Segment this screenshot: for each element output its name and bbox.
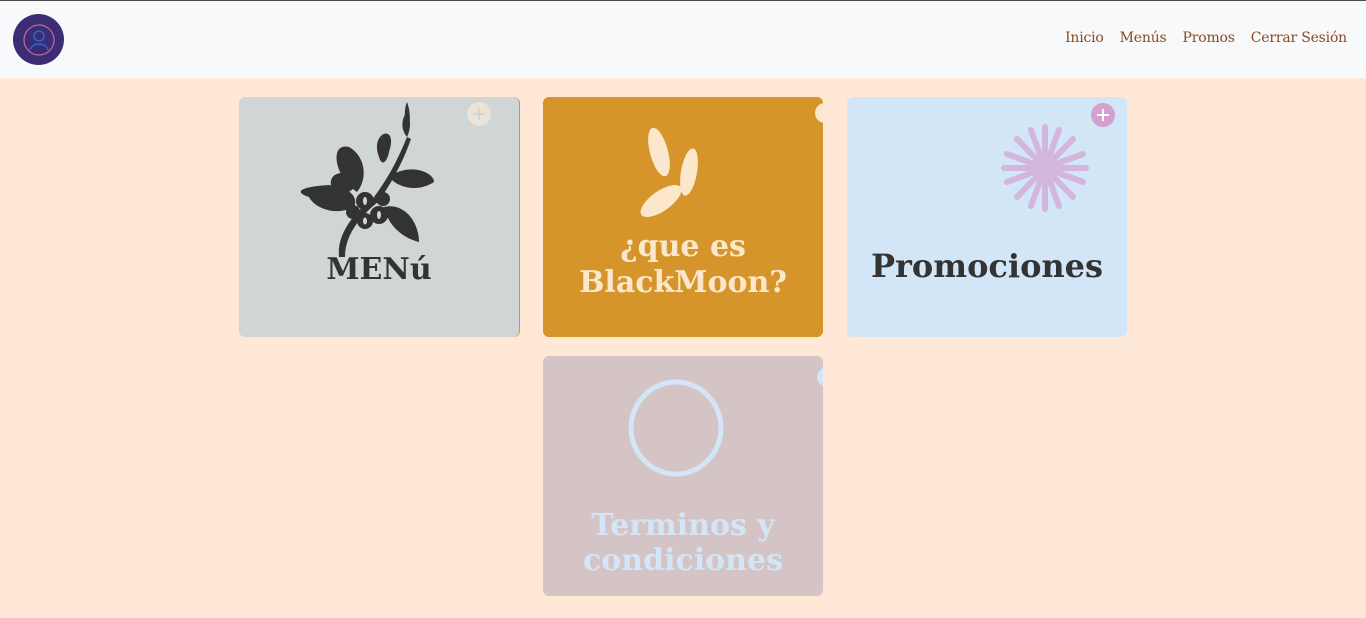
- nav-link-inicio[interactable]: Inicio: [1065, 30, 1104, 46]
- card-promociones[interactable]: Promociones: [847, 97, 1127, 337]
- plus-circle-icon[interactable]: [467, 102, 491, 126]
- card-menu[interactable]: MENú: [239, 97, 520, 337]
- card-terminos-title-line2: condiciones: [583, 543, 783, 578]
- card-terminos-title-line1: Terminos y: [591, 508, 775, 543]
- card-terminos[interactable]: Terminos y condiciones: [543, 356, 823, 596]
- nav-link-promos[interactable]: Promos: [1183, 30, 1235, 46]
- user-avatar[interactable]: [13, 14, 64, 65]
- leaf-petals-icon: [640, 127, 698, 218]
- nav-link-menus[interactable]: Menús: [1120, 30, 1167, 46]
- plus-circle-icon[interactable]: [1091, 103, 1115, 127]
- card-blackmoon-title-line1: ¿que es: [620, 229, 746, 264]
- card-promociones-title: Promociones: [870, 247, 1104, 285]
- navbar: Inicio Menús Promos Cerrar Sesión: [0, 1, 1366, 78]
- user-circle-icon: [22, 23, 55, 56]
- nav-links: Inicio Menús Promos Cerrar Sesión: [1065, 30, 1347, 46]
- starburst-icon: [1001, 124, 1089, 212]
- coffee-branch-icon: [300, 102, 434, 257]
- nav-link-cerrar-sesion[interactable]: Cerrar Sesión: [1251, 30, 1347, 46]
- card-blackmoon[interactable]: ¿que es BlackMoon?: [543, 97, 823, 337]
- card-blackmoon-title-line2: BlackMoon?: [579, 265, 787, 300]
- card-menu-title: MENú: [326, 252, 432, 287]
